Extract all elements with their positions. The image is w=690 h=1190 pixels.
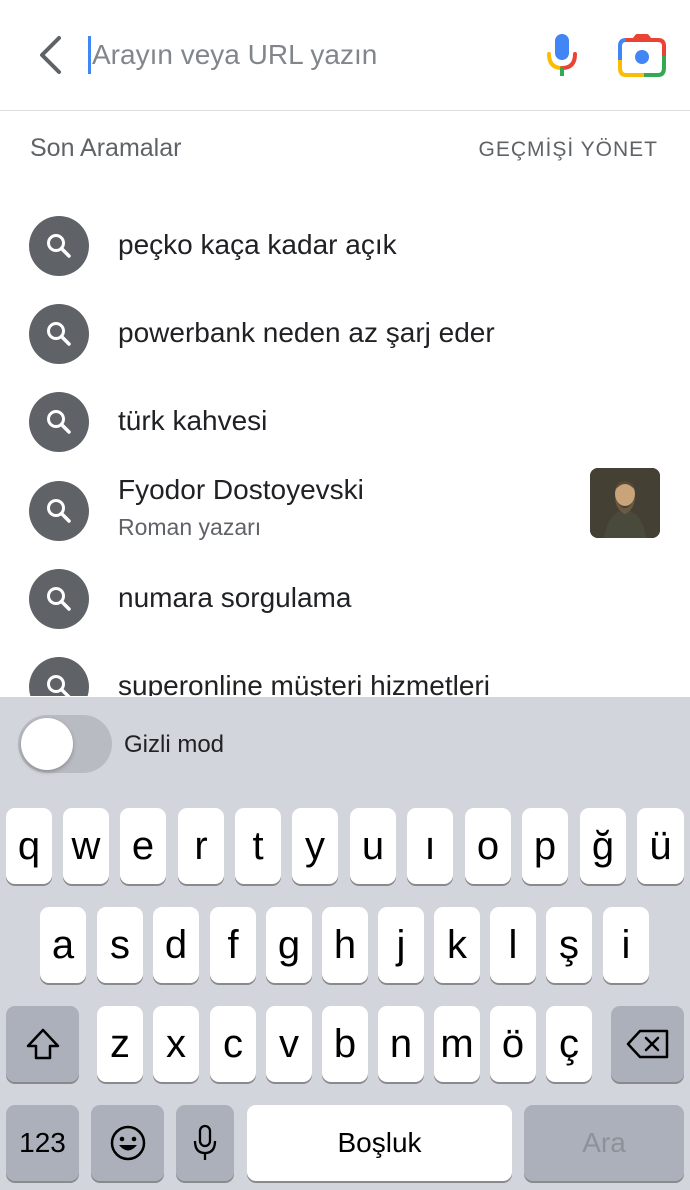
portrait-thumbnail	[590, 468, 660, 538]
shift-key[interactable]	[6, 1006, 79, 1082]
list-item[interactable]: türk kahvesi	[0, 377, 690, 465]
key-p[interactable]: p	[522, 808, 568, 884]
incognito-toggle[interactable]	[18, 715, 112, 773]
search-icon	[29, 657, 89, 696]
key-l[interactable]: l	[490, 907, 536, 983]
key-t[interactable]: t	[235, 808, 281, 884]
key-n[interactable]: n	[378, 1006, 424, 1082]
key-u[interactable]: u	[350, 808, 396, 884]
search-input[interactable]	[92, 28, 512, 82]
key-z[interactable]: z	[97, 1006, 143, 1082]
key-g-breve[interactable]: ğ	[580, 808, 626, 884]
search-icon	[29, 481, 89, 541]
recent-searches-title: Son Aramalar	[30, 134, 182, 162]
back-button[interactable]	[30, 30, 70, 80]
suggestion-text: numara sorgulama	[118, 582, 352, 613]
key-a[interactable]: a	[40, 907, 86, 983]
microphone-icon	[193, 1124, 217, 1160]
key-y[interactable]: y	[292, 808, 338, 884]
search-icon	[29, 392, 89, 452]
key-v[interactable]: v	[266, 1006, 312, 1082]
suggestion-text: peçko kaça kadar açık	[118, 229, 397, 260]
key-o[interactable]: o	[465, 808, 511, 884]
suggestion-subtitle: Roman yazarı	[118, 514, 262, 540]
key-c-cedilla[interactable]: ç	[546, 1006, 592, 1082]
suggestion-text: türk kahvesi	[118, 405, 268, 436]
incognito-label: Gizli mod	[124, 731, 225, 758]
key-d[interactable]: d	[153, 907, 199, 983]
key-k[interactable]: k	[434, 907, 480, 983]
key-o-umlaut[interactable]: ö	[490, 1006, 536, 1082]
key-q[interactable]: q	[6, 808, 52, 884]
key-s-cedilla[interactable]: ş	[546, 907, 592, 983]
voice-search-button[interactable]	[540, 30, 584, 80]
search-icon	[29, 569, 89, 629]
backspace-key[interactable]	[611, 1006, 684, 1082]
google-lens-icon	[618, 34, 666, 77]
key-u-umlaut[interactable]: ü	[637, 808, 684, 884]
key-w[interactable]: w	[63, 808, 109, 884]
list-item[interactable]: powerbank neden az şarj eder	[0, 289, 690, 377]
key-m[interactable]: m	[434, 1006, 480, 1082]
key-h[interactable]: h	[322, 907, 368, 983]
lens-button[interactable]	[616, 32, 668, 80]
microphone-icon	[547, 34, 577, 76]
suggestion-text: Fyodor Dostoyevski	[118, 474, 364, 505]
chevron-left-icon	[40, 36, 61, 74]
key-c[interactable]: c	[210, 1006, 256, 1082]
space-key[interactable]: Boşluk	[247, 1105, 512, 1181]
list-item[interactable]: Fyodor Dostoyevski Roman yazarı	[0, 466, 690, 554]
text-cursor	[88, 36, 91, 74]
dictation-key[interactable]	[176, 1105, 234, 1181]
suggestion-text: superonline müşteri hizmetleri	[118, 670, 490, 696]
key-s[interactable]: s	[97, 907, 143, 983]
numbers-key[interactable]: 123	[6, 1105, 79, 1181]
key-g[interactable]: g	[266, 907, 312, 983]
emoji-key[interactable]	[91, 1105, 164, 1181]
incognito-toggle-row: Gizli mod	[18, 715, 318, 773]
key-j[interactable]: j	[378, 907, 424, 983]
list-item[interactable]: peçko kaça kadar açık	[0, 201, 690, 289]
recent-searches-list: peçko kaça kadar açık powerbank neden az…	[0, 196, 690, 696]
backspace-icon	[626, 1029, 668, 1059]
key-r[interactable]: r	[178, 808, 224, 884]
search-go-key[interactable]: Ara	[524, 1105, 684, 1181]
key-x[interactable]: x	[153, 1006, 199, 1082]
suggestion-text: powerbank neden az şarj eder	[118, 317, 495, 348]
key-f[interactable]: f	[210, 907, 256, 983]
key-i[interactable]: i	[603, 907, 649, 983]
list-item[interactable]: numara sorgulama	[0, 554, 690, 642]
search-icon	[29, 216, 89, 276]
toggle-knob	[21, 718, 73, 770]
keyboard-area: Gizli mod q w e r t y u ı o p ğ ü a s d …	[0, 697, 690, 1190]
key-b[interactable]: b	[322, 1006, 368, 1082]
search-bar	[0, 0, 690, 111]
list-item[interactable]: superonline müşteri hizmetleri	[0, 642, 690, 696]
search-icon	[29, 304, 89, 364]
manage-history-button[interactable]: GEÇMİŞİ YÖNET	[479, 138, 658, 162]
key-e[interactable]: e	[120, 808, 166, 884]
key-dotless-i[interactable]: ı	[407, 808, 453, 884]
emoji-icon	[110, 1125, 145, 1161]
shift-icon	[26, 1028, 59, 1060]
